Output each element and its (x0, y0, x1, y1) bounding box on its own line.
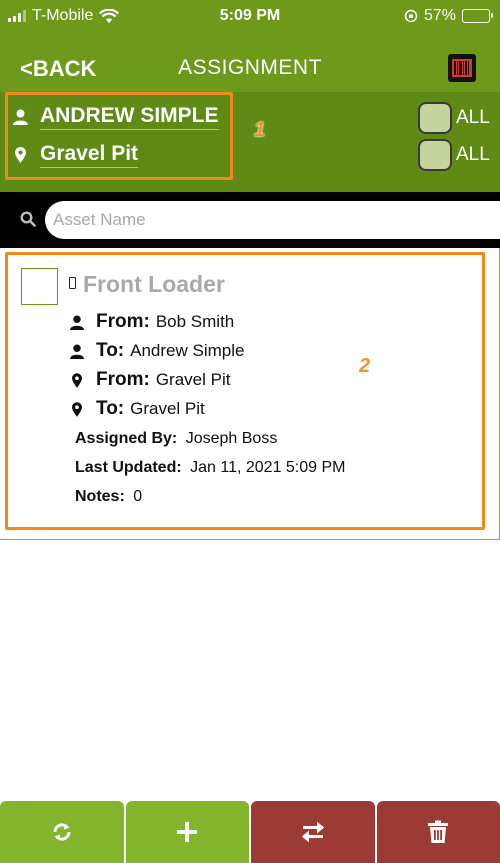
to-location-label: To: (96, 398, 125, 419)
to-user-line: To: Andrew Simple (70, 340, 244, 362)
user-filter[interactable]: ANDREW SIMPLE (12, 104, 219, 130)
filter-header: ANDREW SIMPLE Gravel Pit 1 ALL ALL (0, 92, 500, 192)
location-filter-value[interactable]: Gravel Pit (40, 142, 139, 168)
location-filter[interactable]: Gravel Pit (12, 142, 139, 168)
from-location-label: From: (96, 369, 150, 390)
person-icon (70, 344, 84, 359)
location-pin-icon (70, 401, 84, 417)
search-icon (20, 211, 36, 227)
from-user-label: From: (96, 311, 150, 332)
nav-bar: <BACK ASSIGNMENT (0, 34, 500, 92)
page-title: ASSIGNMENT (178, 56, 322, 79)
status-right: 57% (404, 7, 493, 25)
user-filter-value[interactable]: ANDREW SIMPLE (40, 104, 219, 130)
location-pin-icon (70, 372, 84, 388)
from-location-line: From: Gravel Pit (70, 369, 230, 391)
battery-percent: 57% (423, 7, 456, 24)
last-updated-value: Jan 11, 2021 5:09 PM (190, 459, 346, 476)
person-icon (12, 109, 28, 125)
from-user-value: Bob Smith (155, 312, 235, 331)
all-locations-label: ALL (456, 144, 490, 165)
assigned-by-line: Assigned By: Joseph Boss (75, 430, 277, 448)
phone-icon (69, 277, 76, 289)
asset-list: Front Loader From: Bob Smith To: Andrew … (0, 248, 500, 540)
transfer-button[interactable] (251, 801, 375, 863)
refresh-icon (53, 823, 71, 841)
notes-line: Notes: 0 (75, 488, 142, 506)
search-input[interactable] (45, 201, 500, 239)
assigned-by-value: Joseph Boss (185, 430, 278, 447)
orientation-lock-icon (404, 9, 418, 23)
person-icon (70, 315, 84, 330)
all-locations-toggle[interactable]: ALL (418, 139, 490, 171)
all-users-checkbox[interactable] (418, 102, 452, 134)
all-users-toggle[interactable]: ALL (418, 102, 490, 134)
all-locations-checkbox[interactable] (418, 139, 452, 171)
barcode-scanner-icon[interactable] (448, 54, 476, 82)
item-select-checkbox[interactable] (21, 268, 58, 305)
add-icon (177, 822, 198, 842)
last-updated-line: Last Updated: Jan 11, 2021 5:09 PM (75, 459, 346, 477)
location-pin-icon (12, 147, 28, 163)
to-user-value: Andrew Simple (130, 341, 245, 360)
notes-label: Notes: (75, 488, 125, 505)
refresh-button[interactable] (0, 801, 124, 863)
to-location-line: To: Gravel Pit (70, 398, 205, 420)
notes-count: 0 (133, 488, 143, 505)
from-location-value: Gravel Pit (155, 370, 231, 389)
last-updated-label: Last Updated: (75, 459, 182, 476)
assigned-by-label: Assigned By: (75, 430, 178, 447)
delete-button[interactable] (376, 801, 500, 863)
to-user-label: To: (96, 340, 125, 361)
annotation-number-1: 1 (254, 119, 266, 141)
bottom-toolbar (0, 801, 500, 863)
annotation-number-2: 2 (359, 355, 371, 377)
from-user-line: From: Bob Smith (70, 311, 234, 333)
search-bar (0, 192, 500, 248)
all-users-label: ALL (456, 107, 490, 128)
trash-icon (428, 820, 449, 843)
transfer-icon (301, 821, 324, 843)
add-button[interactable] (125, 801, 249, 863)
battery-icon (462, 9, 493, 23)
to-location-value: Gravel Pit (130, 399, 205, 418)
status-bar: T-Mobile 5:09 PM 57% (0, 0, 500, 34)
item-title: Front Loader (83, 271, 225, 297)
